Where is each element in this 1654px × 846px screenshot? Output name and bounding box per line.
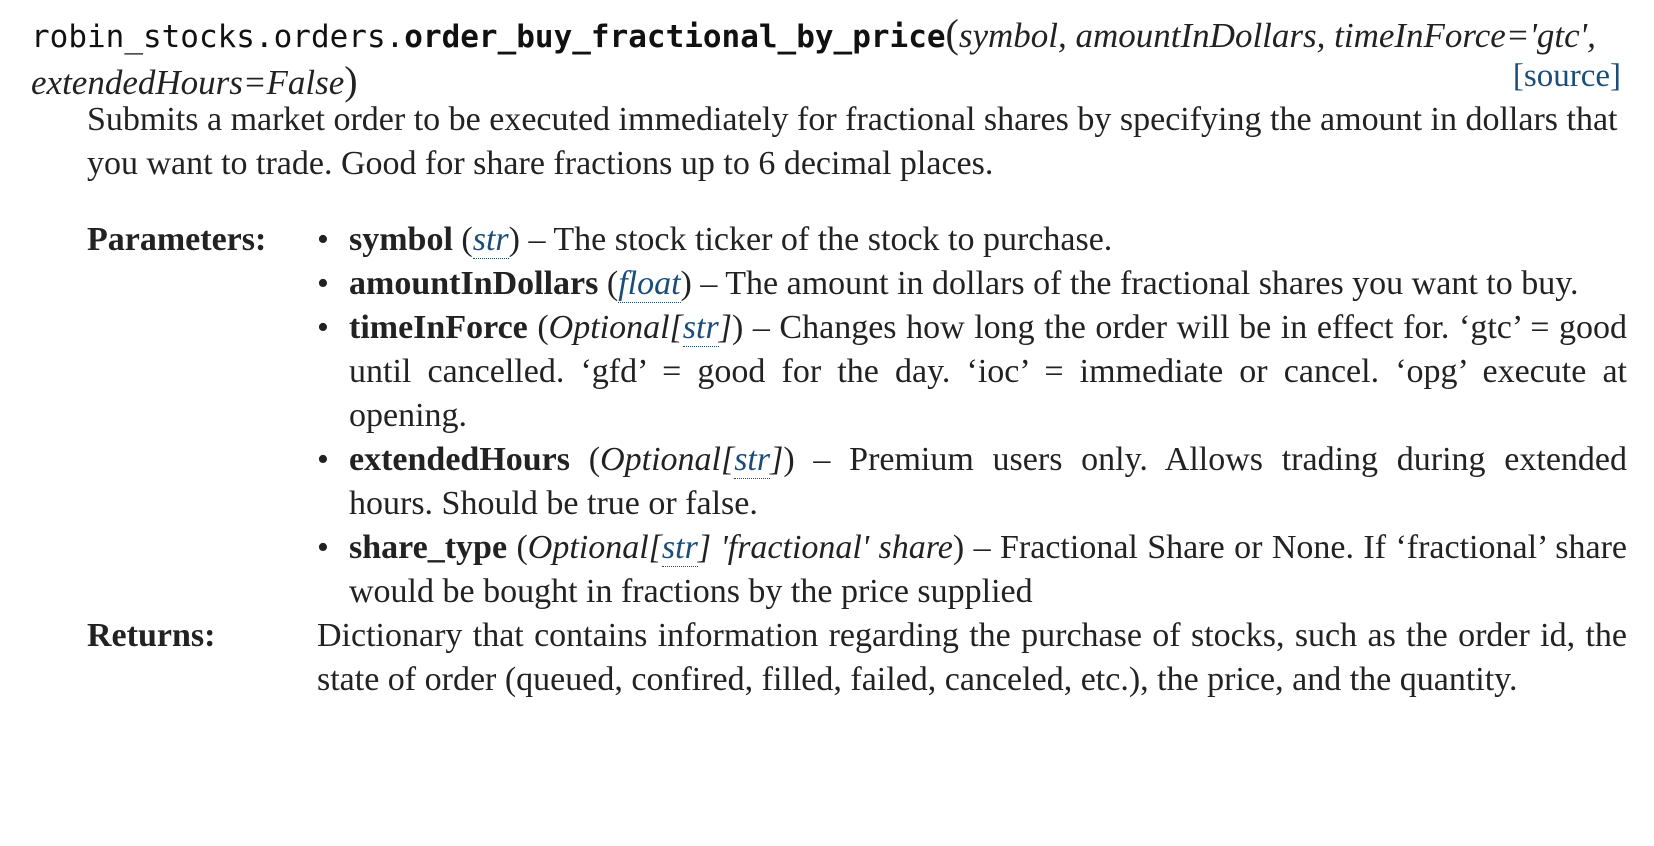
type-link[interactable]: str — [472, 221, 509, 259]
parameter-item: extendedHours (Optional[str]) – Premium … — [317, 438, 1627, 526]
returns-description: Dictionary that contains information reg… — [317, 617, 1627, 698]
open-paren: ( — [945, 11, 959, 56]
parameter-item: timeInForce (Optional[str]) – Changes ho… — [317, 306, 1627, 438]
function-signature: robin_stocks.orders.order_buy_fractional… — [31, 12, 1621, 104]
parameters-label: Parameters: — [87, 221, 267, 258]
returns-field: Returns: Dictionary that contains inform… — [87, 614, 1627, 702]
source-link[interactable]: [source] — [1513, 55, 1621, 98]
function-name: order_buy_fractional_by_price — [404, 19, 946, 55]
param-desc: – The amount in dollars of the fractiona… — [691, 265, 1579, 302]
parameter-list: symbol (str) – The stock ticker of the s… — [317, 218, 1627, 614]
parameter-item: share_type (Optional[str] 'fractional' s… — [317, 526, 1627, 614]
type-link[interactable]: str — [682, 309, 719, 347]
type-link[interactable]: float — [618, 265, 681, 303]
parameter-item: amountInDollars (float) – The amount in … — [317, 262, 1627, 306]
returns-label: Returns: — [87, 617, 216, 654]
close-paren: ) — [344, 58, 358, 103]
param-desc: – The stock ticker of the stock to purch… — [520, 221, 1113, 258]
module-path: robin_stocks.orders. — [31, 19, 405, 55]
description: Submits a market order to be executed im… — [87, 101, 1618, 182]
param-name: amountInDollars — [349, 265, 599, 302]
param-name: symbol — [349, 221, 453, 258]
docstring-body: Submits a market order to be executed im… — [87, 98, 1627, 702]
param-name: share_type — [349, 529, 508, 566]
parameters-field: Parameters: symbol (str) – The stock tic… — [87, 218, 1627, 614]
param-name: extendedHours — [349, 441, 570, 478]
parameter-item: symbol (str) – The stock ticker of the s… — [317, 218, 1627, 262]
type-link[interactable]: str — [734, 441, 771, 479]
param-name: timeInForce — [349, 309, 528, 346]
type-link[interactable]: str — [661, 529, 698, 567]
